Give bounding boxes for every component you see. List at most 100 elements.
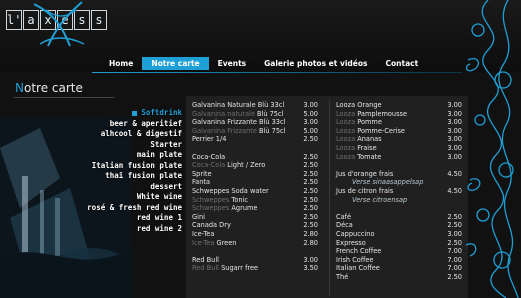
menu-item: Café 2.50	[336, 213, 462, 222]
menu-item-name: Coca-Cola	[192, 153, 225, 162]
nav-item-notre-carte[interactable]: Notre carte	[142, 57, 209, 70]
page-title-rest: otre carte	[23, 81, 83, 95]
menu-item: Fanta 2.50	[192, 178, 318, 187]
menu-item-name: Looza Pamplemousse	[336, 110, 407, 119]
menu-item-name-part: Verse citroensap	[352, 195, 408, 204]
menu-item-name-part: Galvanina Naturale Blù 33cl	[192, 101, 285, 109]
menu-item-price: 2.50	[303, 204, 318, 213]
category-label: beer & aperitief	[109, 118, 182, 128]
menu-item: Thé 2.50	[336, 273, 462, 282]
menu-item-price: 3.50	[303, 264, 318, 273]
menu-item: Schweppes Soda water 2.50	[192, 187, 318, 196]
menu-item: Coca-Cola Light / Zero 2.50	[192, 161, 318, 170]
nav-item-events[interactable]: Events	[209, 57, 256, 70]
category-item[interactable]: thaï fusion plate	[60, 171, 182, 182]
menu-item-price: 2.80	[303, 238, 318, 247]
menu-item-price: 2.80	[303, 229, 318, 238]
menu-item-name-part: Blù 75cl	[256, 109, 284, 118]
category-item[interactable]: rosé & fresh red wine	[60, 203, 182, 214]
menu-item: Schweppes Agrume 2.50	[192, 204, 318, 213]
menu-item: Red Bull 3.00	[192, 256, 318, 265]
menu-item-name-part: Irish Coffee	[336, 255, 374, 264]
menu-item: Verse sinaasappelsap	[336, 178, 462, 187]
category-label: dessert	[150, 181, 182, 191]
menu-item-price: 2.50	[303, 169, 318, 178]
menu-item-name: Looza Tomate	[336, 153, 381, 162]
menu-item-name-part: Italian Coffee	[336, 264, 380, 273]
menu-item: Schweppes Tonic 2.50	[192, 196, 318, 205]
menu-item-name-part: Green	[216, 238, 237, 247]
menu-item-name-part: Tomate	[357, 152, 382, 161]
menu-item: Red Bull Sugarr free 3.50	[192, 264, 318, 273]
category-item[interactable]: Softdrink	[60, 108, 182, 119]
menu-item-name: Fanta	[192, 178, 210, 187]
category-item[interactable]: beer & aperitief	[60, 119, 182, 130]
menu-item-name: Schweppes Tonic	[192, 196, 248, 205]
menu-item: Déca 2.50	[336, 221, 462, 230]
menu-item-name-part: Cappuccino	[336, 229, 375, 238]
category-item[interactable]: red wine 1	[60, 213, 182, 224]
nav-item-galerie-photos-et-vid-os[interactable]: Galerie photos et vidéos	[255, 57, 376, 70]
menu-item-name-part: Galvanina Frizzante Blù 33cl	[192, 118, 286, 127]
menu-item-price: 5.00	[303, 109, 318, 118]
menu-item-name-part: Perrier 1/4	[192, 135, 227, 144]
menu-column-right: Looza Orange 3.00 Looza Pamplemousse 3.00 Lo…	[336, 101, 462, 281]
menu-item-name-part: Verse sinaasappelsap	[352, 178, 424, 187]
menu-item-price: 3.00	[303, 101, 318, 109]
menu-item-name-part: Gini	[192, 212, 205, 221]
menu-item-name-part: Déca	[336, 221, 353, 230]
menu-item-name-part: Looza	[336, 135, 358, 144]
menu-item-name-part: Schweppes Soda water	[192, 186, 269, 195]
menu-item-name-part: Ice-Tea	[192, 229, 215, 238]
menu-item-name-part: Tonic	[231, 195, 248, 204]
page: l' a x e s s Home Notre carte Events Galerie pho…	[0, 0, 521, 298]
category-item[interactable]: Italian fusion plate	[60, 161, 182, 172]
menu-item-name: Jus de citron frais	[336, 187, 393, 196]
menu-item-name-part: Schweppes	[192, 195, 232, 204]
menu-item-name-part: Café	[336, 212, 352, 221]
menu-item: Sprite 2.50	[192, 170, 318, 179]
category-item[interactable]: main plate	[60, 150, 182, 161]
menu-item-name: Perrier 1/4	[192, 135, 226, 144]
category-label: red wine 2	[136, 223, 182, 233]
category-label: Italian fusion plate	[91, 160, 182, 170]
category-item[interactable]: White wine	[60, 192, 182, 203]
menu-item-name: Galvanina Naturale Blù 33cl	[192, 101, 284, 110]
category-item[interactable]: dessert	[60, 182, 182, 193]
menu-item-name-part: Pomme	[357, 118, 382, 127]
menu-item-name-part: Ananas	[357, 135, 382, 144]
nav-item-contact[interactable]: Contact	[376, 57, 427, 70]
menu-item-price: 5.00	[303, 126, 318, 135]
menu-item-name-part: Pomme-Cerise	[357, 126, 405, 135]
menu-item-name: Thé	[336, 273, 348, 282]
category-item[interactable]: alhcool & digestif	[60, 129, 182, 140]
category-label: alhcool & digestif	[100, 129, 182, 138]
menu-item-name-part: Jus de citron frais	[336, 186, 394, 195]
menu-item-price: 2.50	[303, 161, 318, 170]
category-menu: Softdrink beer & aperitief alhcool & diges…	[60, 108, 182, 234]
menu-column-left: Galvanina Naturale Blù 33cl 3.00 Galvanina…	[192, 101, 318, 273]
menu-item-name: Red Bull	[192, 256, 219, 265]
menu-item-name-part: Looza	[336, 152, 358, 161]
menu-item: Looza Pomme-Cerise 3.00	[336, 127, 462, 136]
menu-item: Looza Tomate 3.00	[336, 153, 462, 162]
menu-item: Looza Fraise 3.00	[336, 144, 462, 153]
category-label: Softdrink	[141, 108, 182, 117]
nav-item-home[interactable]: Home	[100, 57, 142, 70]
menu-item-name: Looza Orange	[336, 101, 382, 110]
category-item[interactable]: Starter	[60, 140, 182, 151]
nav-underline	[92, 72, 462, 73]
menu-item: Galvanina Frizzante Blù 33cl 3.00	[192, 118, 318, 127]
menu-item: French Coffee 7.00	[336, 247, 462, 256]
menu-item-name: Red Bull Sugarr free	[192, 264, 258, 273]
menu-item: Irish Coffee 7.00	[336, 256, 462, 265]
menu-item-name: Looza Pomme-Cerise	[336, 127, 405, 136]
menu-item-name-part: French Coffee	[336, 247, 382, 256]
menu-item-name: Schweppes Agrume	[192, 204, 257, 213]
category-item[interactable]: red wine 2	[60, 224, 182, 235]
menu-item-name-part: Looza Orange	[336, 101, 382, 109]
menu-panel: Galvanina Naturale Blù 33cl 3.00 Galvanina…	[186, 96, 468, 298]
menu-item-name-part: Agrume	[231, 204, 258, 213]
menu-item-name: Coca-Cola Light / Zero	[192, 161, 265, 170]
menu-spacer	[192, 144, 318, 153]
